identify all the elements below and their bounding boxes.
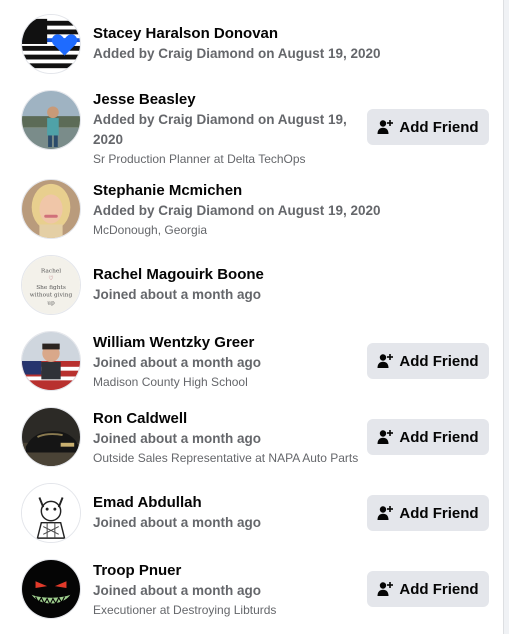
add-friend-label: Add Friend bbox=[399, 118, 479, 136]
svg-text:Rachel: Rachel bbox=[41, 268, 61, 274]
members-list-panel: Stacey Haralson Donovan Added by Craig D… bbox=[0, 0, 504, 634]
add-friend-label: Add Friend bbox=[399, 352, 479, 370]
add-friend-icon bbox=[377, 581, 394, 597]
member-name[interactable]: Stephanie Mcmichen bbox=[93, 181, 381, 201]
svg-text:♡: ♡ bbox=[48, 275, 53, 282]
member-detail: McDonough, Georgia bbox=[93, 223, 208, 237]
member-detail: Madison County High School bbox=[93, 375, 248, 389]
avatar[interactable] bbox=[21, 483, 81, 543]
add-friend-icon bbox=[377, 119, 394, 135]
member-name[interactable]: Stacey Haralson Donovan bbox=[93, 24, 381, 44]
avatar[interactable] bbox=[21, 331, 81, 391]
svg-text:up: up bbox=[47, 300, 55, 306]
member-name[interactable]: Rachel Magouirk Boone bbox=[93, 265, 264, 285]
svg-text:without giving: without giving bbox=[30, 293, 73, 299]
list-item: William Wentzky Greer Joined about a mon… bbox=[0, 331, 503, 393]
member-status: Joined about a month ago bbox=[93, 355, 261, 370]
add-friend-icon bbox=[377, 353, 394, 369]
member-status: Joined about a month ago bbox=[93, 431, 261, 446]
member-name[interactable]: Ron Caldwell bbox=[93, 409, 358, 429]
man-with-flag-photo-icon bbox=[22, 332, 80, 390]
list-item: Jesse Beasley Added by Craig Diamond on … bbox=[0, 90, 503, 166]
add-friend-button[interactable]: Add Friend bbox=[367, 495, 489, 531]
member-detail: Sr Production Planner at Delta TechOps bbox=[93, 152, 306, 166]
list-item: Stephanie Mcmichen Added by Craig Diamon… bbox=[0, 179, 503, 241]
avatar[interactable] bbox=[21, 407, 81, 467]
member-name[interactable]: Jesse Beasley bbox=[93, 90, 353, 110]
add-friend-button[interactable]: Add Friend bbox=[367, 109, 489, 145]
add-friend-button[interactable]: Add Friend bbox=[367, 419, 489, 455]
member-name[interactable]: William Wentzky Greer bbox=[93, 333, 261, 353]
avatar[interactable] bbox=[21, 14, 81, 74]
add-friend-icon bbox=[377, 429, 394, 445]
add-friend-label: Add Friend bbox=[399, 428, 479, 446]
black-car-photo-icon bbox=[22, 408, 80, 466]
list-item: Emad Abdullah Joined about a month ago A… bbox=[0, 483, 503, 545]
list-item: Rachel ♡ She fights without giving up Ra… bbox=[0, 255, 503, 317]
member-status: Added by Craig Diamond on August 19, 202… bbox=[93, 112, 347, 147]
member-status: Added by Craig Diamond on August 19, 202… bbox=[93, 203, 381, 218]
add-friend-button[interactable]: Add Friend bbox=[367, 343, 489, 379]
add-friend-icon bbox=[377, 505, 394, 521]
member-status: Added by Craig Diamond on August 19, 202… bbox=[93, 46, 381, 61]
list-item: Stacey Haralson Donovan Added by Craig D… bbox=[0, 14, 503, 76]
member-name[interactable]: Emad Abdullah bbox=[93, 493, 261, 513]
member-detail: Outside Sales Representative at NAPA Aut… bbox=[93, 451, 359, 465]
list-item: Ron Caldwell Joined about a month ago Ou… bbox=[0, 407, 503, 469]
add-friend-label: Add Friend bbox=[399, 504, 479, 522]
member-status: Joined about a month ago bbox=[93, 287, 261, 302]
member-name[interactable]: Troop Pnuer bbox=[93, 561, 276, 581]
member-detail: Executioner at Destroying Libturds bbox=[93, 603, 277, 617]
avatar[interactable] bbox=[21, 90, 81, 150]
avatar[interactable] bbox=[21, 559, 81, 619]
svg-text:She fights: She fights bbox=[36, 285, 66, 291]
add-friend-label: Add Friend bbox=[399, 580, 479, 598]
member-status: Joined about a month ago bbox=[93, 583, 261, 598]
thin-blue-line-flag-heart-icon bbox=[22, 15, 80, 73]
handwritten-note-photo-icon: Rachel ♡ She fights without giving up bbox=[22, 256, 80, 314]
avatar[interactable]: Rachel ♡ She fights without giving up bbox=[21, 255, 81, 315]
person-by-lake-photo-icon bbox=[22, 91, 80, 149]
member-status: Joined about a month ago bbox=[93, 515, 261, 530]
blonde-woman-photo-icon bbox=[22, 180, 80, 238]
avatar[interactable] bbox=[21, 179, 81, 239]
grinning-monster-face-icon bbox=[22, 560, 80, 618]
list-item: Troop Pnuer Joined about a month ago Exe… bbox=[0, 559, 503, 621]
add-friend-button[interactable]: Add Friend bbox=[367, 571, 489, 607]
horned-sketch-drawing-icon bbox=[22, 484, 80, 542]
